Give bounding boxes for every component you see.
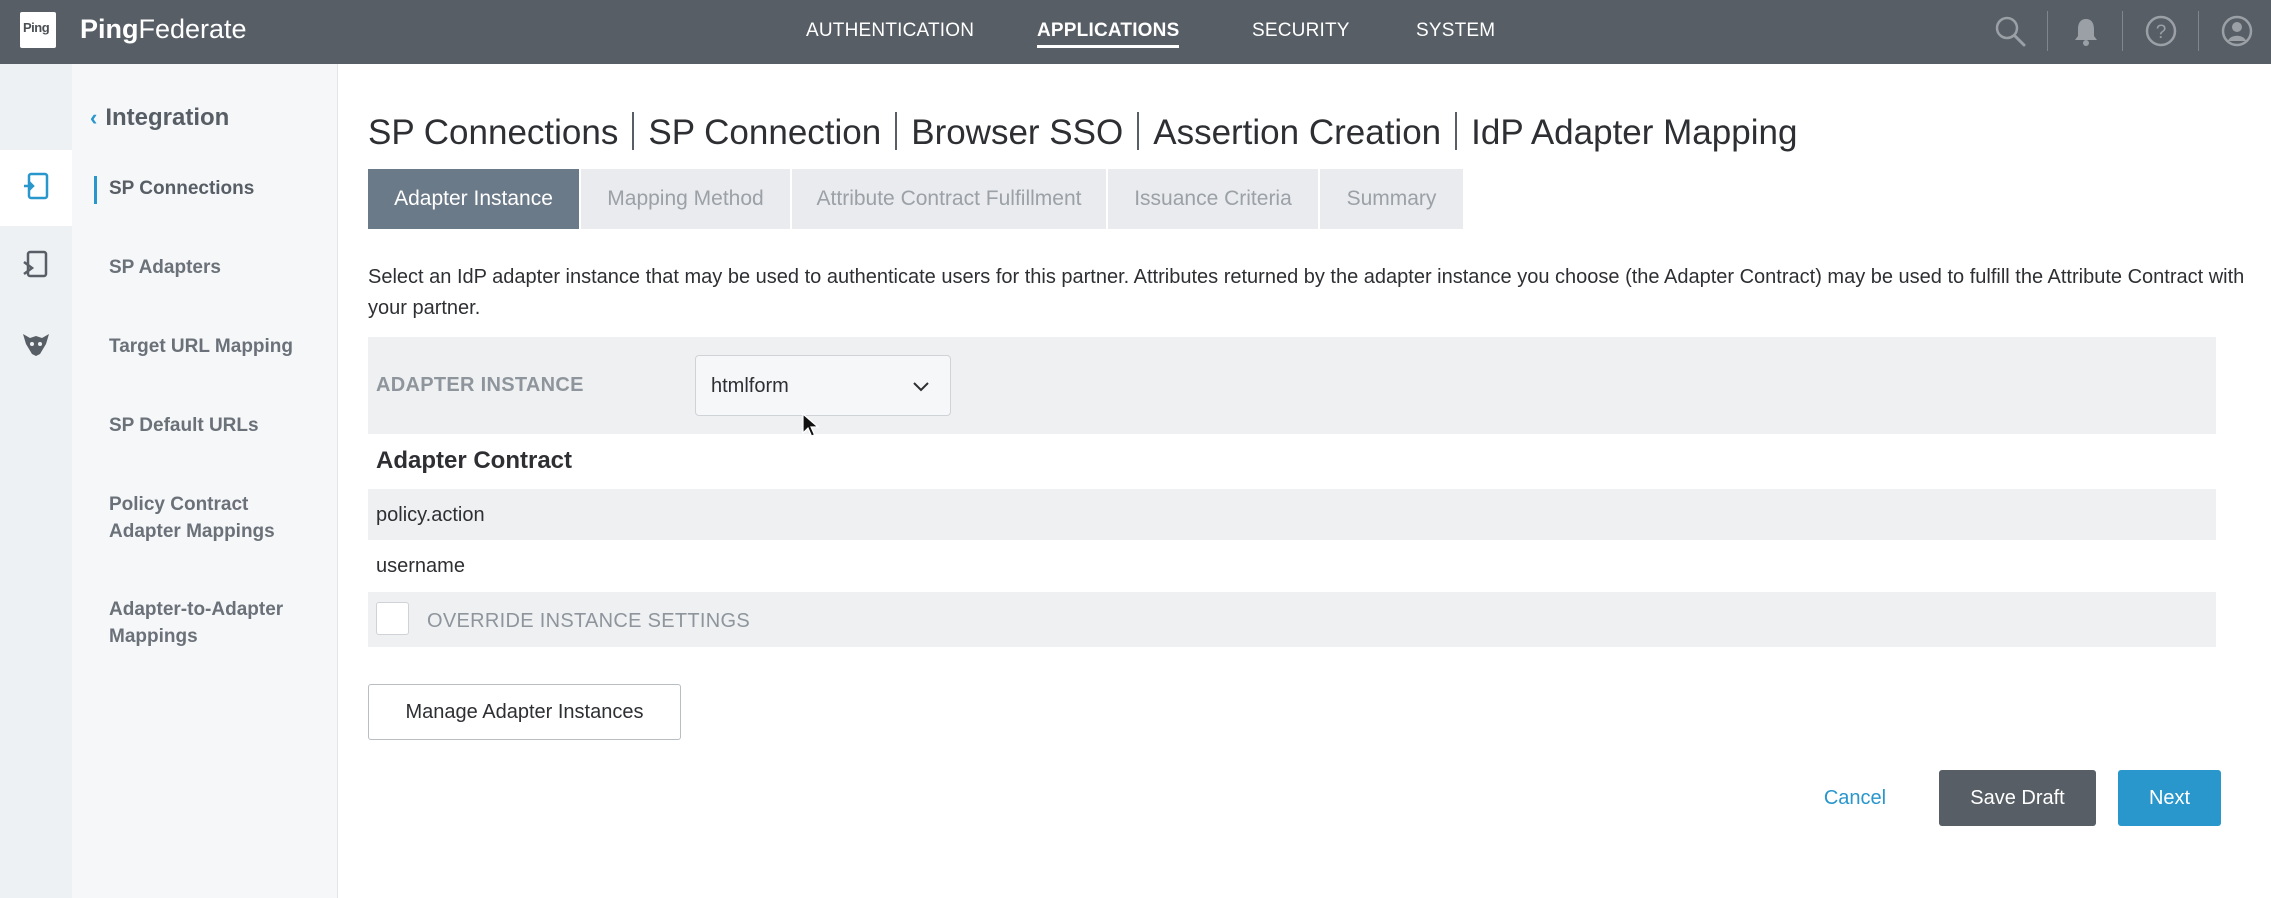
adapter-instance-select[interactable]: htmlform bbox=[695, 355, 951, 416]
tab-attribute-contract-fulfillment[interactable]: Attribute Contract Fulfillment bbox=[792, 169, 1106, 229]
contract-attribute: policy.action bbox=[376, 504, 485, 526]
save-draft-button[interactable]: Save Draft bbox=[1939, 770, 2096, 826]
page-title: IdP Adapter Mapping bbox=[1471, 113, 1798, 152]
active-item-indicator bbox=[94, 176, 97, 204]
brand-rest: Federate bbox=[138, 14, 247, 44]
icon-rail bbox=[0, 64, 72, 898]
adapter-instance-value: htmlform bbox=[711, 375, 789, 397]
bell-icon[interactable] bbox=[2069, 14, 2103, 48]
manage-adapter-instances-button[interactable]: Manage Adapter Instances bbox=[368, 684, 681, 740]
help-icon[interactable]: ? bbox=[2144, 14, 2178, 48]
contract-attribute: username bbox=[376, 555, 465, 577]
back-label: Integration bbox=[105, 104, 230, 131]
svg-text:?: ? bbox=[2156, 22, 2167, 43]
chevron-down-icon bbox=[913, 382, 929, 392]
next-button[interactable]: Next bbox=[2118, 770, 2221, 826]
ping-logo: Ping bbox=[20, 12, 56, 48]
override-label: OVERRIDE INSTANCE SETTINGS bbox=[427, 610, 751, 632]
adapter-instance-row: ADAPTER INSTANCE htmlform bbox=[368, 337, 2216, 434]
tab-adapter-instance[interactable]: Adapter Instance bbox=[368, 169, 579, 229]
back-to-integration[interactable]: ‹ Integration bbox=[90, 104, 229, 132]
tab-mapping-method[interactable]: Mapping Method bbox=[581, 169, 790, 229]
tab-summary[interactable]: Summary bbox=[1320, 169, 1463, 229]
page-description: Select an IdP adapter instance that may … bbox=[368, 266, 2245, 319]
list-item: policy.action bbox=[368, 489, 2216, 540]
active-nav-underline bbox=[1037, 45, 1179, 48]
tab-issuance-criteria[interactable]: Issuance Criteria bbox=[1108, 169, 1318, 229]
sidebar-item-policy-contract-adapter-mappings[interactable]: Policy Contract Adapter Mappings bbox=[109, 491, 299, 545]
breadcrumb-divider bbox=[632, 112, 635, 150]
breadcrumb-divider bbox=[895, 112, 898, 150]
sidebar-item-adapter-to-adapter-mappings[interactable]: Adapter-to-Adapter Mappings bbox=[109, 596, 309, 650]
breadcrumb-sp-connections[interactable]: SP Connections bbox=[368, 113, 618, 152]
wolf-icon[interactable] bbox=[20, 328, 52, 360]
breadcrumb-assertion-creation[interactable]: Assertion Creation bbox=[1153, 113, 1441, 152]
breadcrumb-browser-sso[interactable]: Browser SSO bbox=[911, 113, 1123, 152]
brand-bold: Ping bbox=[80, 14, 139, 44]
sidebar-item-sp-connections[interactable]: SP Connections bbox=[109, 175, 329, 202]
sidebar: ‹ Integration SP Connections SP Adapters … bbox=[72, 64, 338, 898]
override-checkbox[interactable] bbox=[376, 602, 409, 635]
header-divider bbox=[2122, 11, 2123, 51]
override-row: OVERRIDE INSTANCE SETTINGS bbox=[368, 592, 2216, 647]
search-icon[interactable] bbox=[1993, 14, 2027, 48]
nav-authentication[interactable]: AUTHENTICATION bbox=[806, 20, 974, 42]
user-icon[interactable] bbox=[2220, 14, 2254, 48]
breadcrumb-divider bbox=[1137, 112, 1140, 150]
applications-icon[interactable] bbox=[20, 170, 52, 202]
nav-applications[interactable]: APPLICATIONS bbox=[1037, 20, 1179, 42]
breadcrumb-divider bbox=[1455, 112, 1458, 150]
sidebar-item-sp-adapters[interactable]: SP Adapters bbox=[109, 254, 329, 281]
adapters-icon[interactable] bbox=[20, 248, 52, 280]
list-item: username bbox=[368, 540, 2216, 591]
nav-security[interactable]: SECURITY bbox=[1252, 20, 1350, 42]
logo-text: Ping bbox=[23, 20, 50, 35]
header-divider bbox=[2198, 11, 2199, 51]
nav-system[interactable]: SYSTEM bbox=[1416, 20, 1495, 42]
mouse-cursor-icon bbox=[802, 413, 820, 437]
adapter-contract-heading: Adapter Contract bbox=[376, 447, 573, 474]
breadcrumb-sp-connection[interactable]: SP Connection bbox=[648, 113, 881, 152]
adapter-instance-label: ADAPTER INSTANCE bbox=[376, 374, 584, 396]
top-navigation-bar: Ping PingFederate AUTHENTICATION APPLICA… bbox=[0, 0, 2271, 64]
chevron-left-icon: ‹ bbox=[90, 105, 98, 130]
sidebar-item-target-url-mapping[interactable]: Target URL Mapping bbox=[109, 333, 329, 360]
breadcrumb: SP Connections SP Connection Browser SSO As… bbox=[368, 112, 1797, 153]
sidebar-item-sp-default-urls[interactable]: SP Default URLs bbox=[109, 412, 329, 439]
product-name: PingFederate bbox=[80, 14, 247, 45]
header-divider bbox=[2047, 11, 2048, 51]
cancel-button[interactable]: Cancel bbox=[1810, 770, 1900, 826]
